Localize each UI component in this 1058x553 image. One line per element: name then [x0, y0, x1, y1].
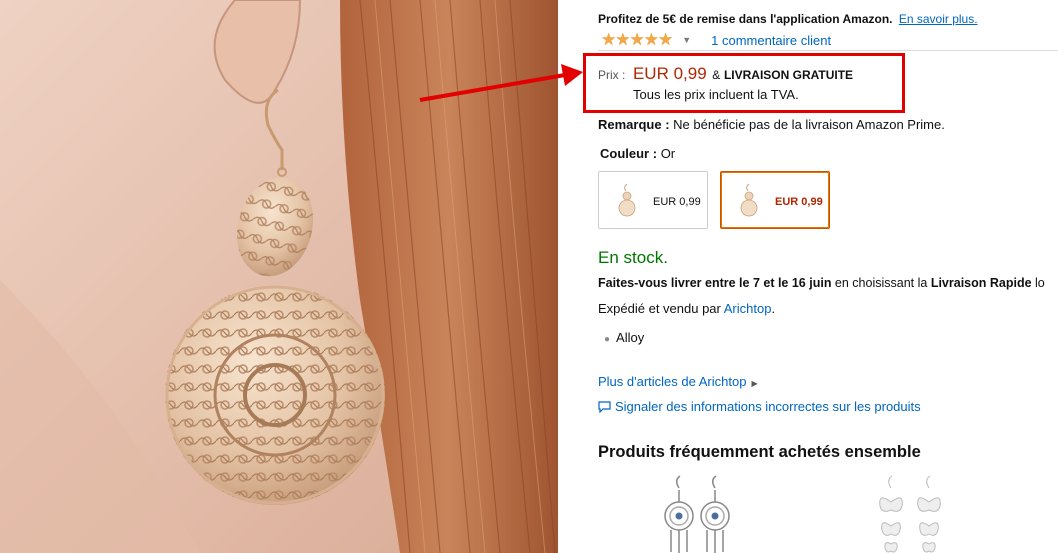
earring-thumbnail-icon [740, 183, 758, 217]
delivery-info: Faites-vous livrer entre le 7 et le 16 j… [598, 276, 1045, 290]
app-promo: Profitez de 5€ de remise dans l'applicat… [598, 12, 978, 26]
frequently-bought-title: Produits fréquemment achetés ensemble [598, 443, 921, 461]
delivery-date-end: 16 juin [791, 276, 832, 290]
color-selection: Couleur : Or [600, 146, 675, 161]
swatch-price: EUR 0,99 [775, 196, 823, 208]
sold-by-end: . [771, 301, 776, 316]
comment-icon [598, 400, 611, 413]
delivery-tail: lo [1031, 276, 1045, 290]
earring-thumbnail-icon [618, 183, 636, 217]
chevron-down-icon[interactable]: ▼ [682, 35, 691, 45]
seller-link[interactable]: Arichtop [724, 301, 772, 316]
remark: Remarque : Ne bénéficie pas de la livrai… [598, 117, 945, 132]
delivery-option: Livraison Rapide [930, 276, 1032, 290]
chevron-right-icon: ▶ [751, 379, 758, 388]
color-swatch-2-selected[interactable]: EUR 0,99 [720, 171, 830, 229]
bullet-icon: ● [604, 334, 611, 345]
stock-status: En stock. [598, 248, 668, 267]
fbt-product-1[interactable] [658, 474, 748, 553]
more-from-seller-link[interactable]: Plus d'articles de Arichtop ▶ [598, 374, 758, 389]
feature-bullet: ● Alloy [604, 330, 644, 345]
remark-label: Remarque : [598, 117, 670, 132]
delivery-mid: et le [759, 276, 792, 290]
more-link-text: Plus d'articles de Arichtop [598, 374, 747, 389]
report-link-text: Signaler des informations incorrectes su… [615, 399, 921, 414]
red-arrow-icon [419, 64, 583, 102]
seller-info: Expédié et vendu par Arichtop. [598, 301, 775, 316]
price-highlight-box [583, 53, 905, 113]
dreamcatcher-earrings-icon [664, 475, 730, 553]
divider [598, 50, 1058, 51]
star-rating-icon[interactable]: ★★★★★ [601, 30, 673, 50]
rating-row: ★★★★★ ▼ 1 commentaire client [601, 30, 831, 50]
butterfly-earrings-icon [879, 475, 941, 553]
delivery-pre: Faites-vous livrer entre le [598, 276, 753, 290]
feature-text: Alloy [616, 330, 645, 345]
remark-text: Ne bénéficie pas de la livraison Amazon … [673, 117, 945, 132]
color-value: Or [660, 146, 676, 161]
report-incorrect-info-link[interactable]: Signaler des informations incorrectes su… [598, 399, 921, 414]
learn-more-link[interactable]: En savoir plus. [899, 12, 978, 26]
fbt-product-2[interactable] [868, 474, 958, 553]
sold-by-text: Expédié et vendu par [598, 301, 724, 316]
color-swatch-1[interactable]: EUR 0,99 [598, 171, 708, 229]
delivery-date-start: 7 [752, 276, 760, 290]
swatch-price: EUR 0,99 [653, 196, 701, 208]
color-label: Couleur : [600, 146, 658, 161]
delivery-post: en choisissant la [831, 276, 931, 290]
reviews-link[interactable]: 1 commentaire client [711, 33, 831, 48]
promo-text: Profitez de 5€ de remise dans l'applicat… [598, 12, 893, 26]
